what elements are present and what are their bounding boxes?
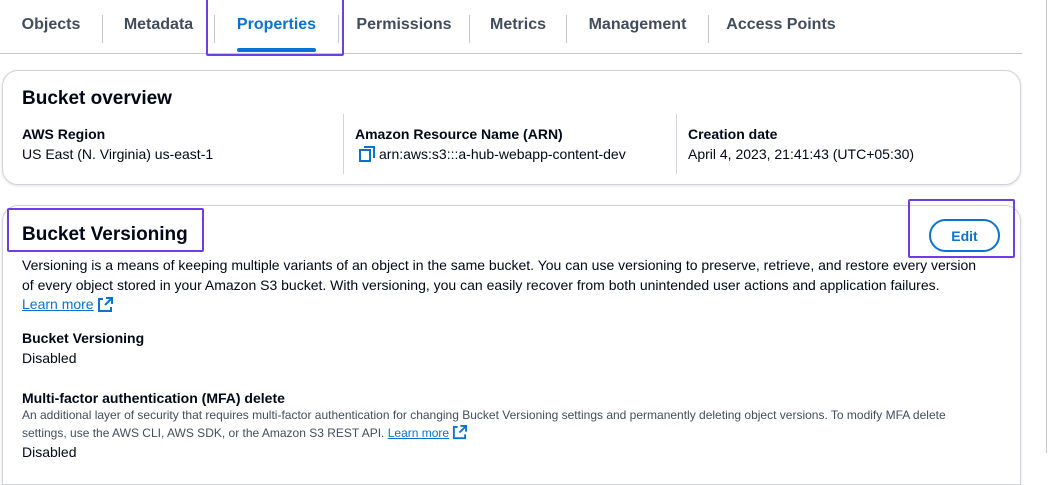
mfa-delete-value: Disabled	[22, 444, 77, 460]
edit-button[interactable]: Edit	[929, 219, 1000, 252]
tab-label: Access Points	[726, 16, 836, 33]
mfa-delete-label: Multi-factor authentication (MFA) delete	[22, 390, 285, 406]
versioning-status-field: Bucket Versioning Disabled	[22, 328, 144, 368]
region-label: AWS Region	[22, 126, 106, 142]
column-divider	[676, 114, 677, 174]
tab-objects[interactable]: Objects	[0, 0, 102, 54]
bucket-versioning-title: Bucket Versioning	[22, 224, 188, 245]
learn-more-link[interactable]: Learn more	[22, 295, 113, 315]
active-tab-indicator	[237, 48, 316, 52]
region-value: US East (N. Virginia) us-east-1	[22, 146, 214, 162]
learn-more-label: Learn more	[22, 296, 94, 312]
versioning-description-text: Versioning is a means of keeping multipl…	[22, 257, 977, 293]
scrollbar-edge	[1046, 0, 1047, 453]
tab-label: Metadata	[123, 16, 194, 33]
arn-value: arn:aws:s3:::a-hub-webapp-content-dev	[379, 146, 626, 162]
arn-value-row: arn:aws:s3:::a-hub-webapp-content-dev	[355, 144, 626, 164]
mfa-delete-description: An additional layer of security that req…	[22, 407, 982, 442]
tab-label: Permissions	[356, 16, 452, 33]
arn-field: Amazon Resource Name (ARN) arn:aws:s3:::…	[355, 124, 626, 164]
tab-label: Properties	[236, 16, 317, 33]
mfa-description-text: An additional layer of security that req…	[22, 408, 946, 440]
tab-permissions[interactable]: Permissions	[339, 0, 469, 54]
column-divider	[343, 114, 344, 174]
tab-label: Objects	[21, 16, 81, 33]
versioning-status-label: Bucket Versioning	[22, 330, 145, 346]
mfa-learn-more-label: Learn more	[387, 425, 450, 440]
tab-label: Metrics	[489, 16, 547, 33]
creation-date-field: Creation date April 4, 2023, 21:41:43 (U…	[688, 124, 914, 164]
versioning-description: Versioning is a means of keeping multipl…	[22, 256, 982, 315]
copy-icon[interactable]	[359, 146, 375, 162]
tab-access-points[interactable]: Access Points	[709, 0, 853, 54]
tab-label: Management	[588, 16, 687, 33]
creation-date-value: April 4, 2023, 21:41:43 (UTC+05:30)	[688, 146, 915, 162]
external-link-icon	[97, 296, 113, 313]
tab-properties[interactable]: Properties	[215, 0, 338, 54]
bucket-versioning-card	[2, 205, 1021, 485]
external-link-icon	[452, 425, 468, 441]
creation-date-label: Creation date	[688, 126, 778, 142]
mfa-delete-field: Multi-factor authentication (MFA) delete	[22, 388, 285, 408]
arn-label: Amazon Resource Name (ARN)	[355, 126, 563, 142]
region-field: AWS Region US East (N. Virginia) us-east…	[22, 124, 213, 164]
tab-metrics[interactable]: Metrics	[470, 0, 566, 54]
tab-metadata[interactable]: Metadata	[103, 0, 214, 54]
bucket-overview-title: Bucket overview	[22, 88, 172, 109]
tab-bar: Objects Metadata Properties Permissions …	[0, 0, 1022, 54]
mfa-learn-more-link[interactable]: Learn more	[388, 425, 468, 443]
versioning-status-value: Disabled	[22, 350, 77, 366]
tab-management[interactable]: Management	[567, 0, 708, 54]
